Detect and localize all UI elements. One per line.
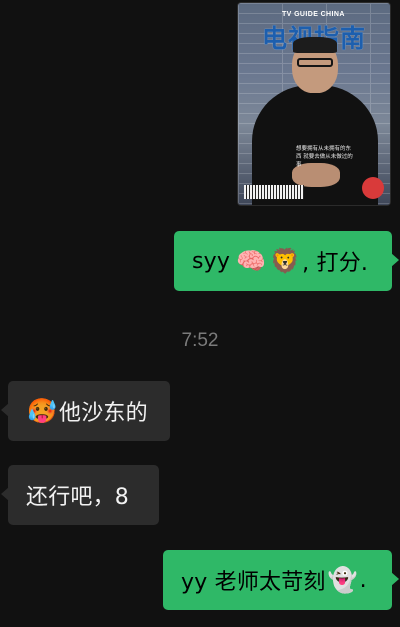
brain-icon: 🧠 — [236, 247, 267, 275]
cover-quote: 想要拥有从未拥有的东西 就要去做从未做过的事 — [296, 146, 353, 168]
cover-person-hair — [293, 37, 337, 53]
cold-face-icon: 🥵 — [26, 397, 58, 425]
message-text: yy 老师太苛刻 — [181, 570, 326, 595]
chat-thread[interactable]: TV GUIDE CHINA 电视指南 想要拥有从未拥有的东西 就要去做从未做过… — [0, 0, 400, 627]
message-bubble-incoming[interactable]: 还行吧，8 — [1, 465, 159, 525]
message-text: 他沙东的 — [59, 401, 148, 426]
message-bubble-outgoing[interactable]: syy 🧠 🦁 , 打分. — [174, 231, 399, 291]
ghost-icon: 👻 — [327, 566, 358, 594]
cover-badge-icon — [362, 177, 384, 199]
message-text: . — [359, 567, 367, 593]
message-text: , 打分. — [302, 251, 369, 276]
message-text: syy — [192, 248, 231, 274]
magazine-tagline: TV GUIDE CHINA — [282, 11, 345, 18]
image-message-magazine-cover[interactable]: TV GUIDE CHINA 电视指南 想要拥有从未拥有的东西 就要去做从未做过… — [237, 2, 391, 206]
barcode-icon — [244, 185, 304, 199]
message-bubble-outgoing[interactable]: yy 老师太苛刻 👻 . — [163, 550, 399, 610]
cover-person-glasses — [297, 58, 333, 67]
magazine-cover: TV GUIDE CHINA 电视指南 想要拥有从未拥有的东西 就要去做从未做过… — [238, 3, 390, 205]
message-bubble-incoming[interactable]: 🥵 他沙东的 — [1, 381, 170, 441]
message-timestamp: 7:52 — [181, 330, 219, 351]
message-text: 还行吧，8 — [26, 485, 129, 510]
lion-icon: 🦁 — [270, 247, 301, 275]
